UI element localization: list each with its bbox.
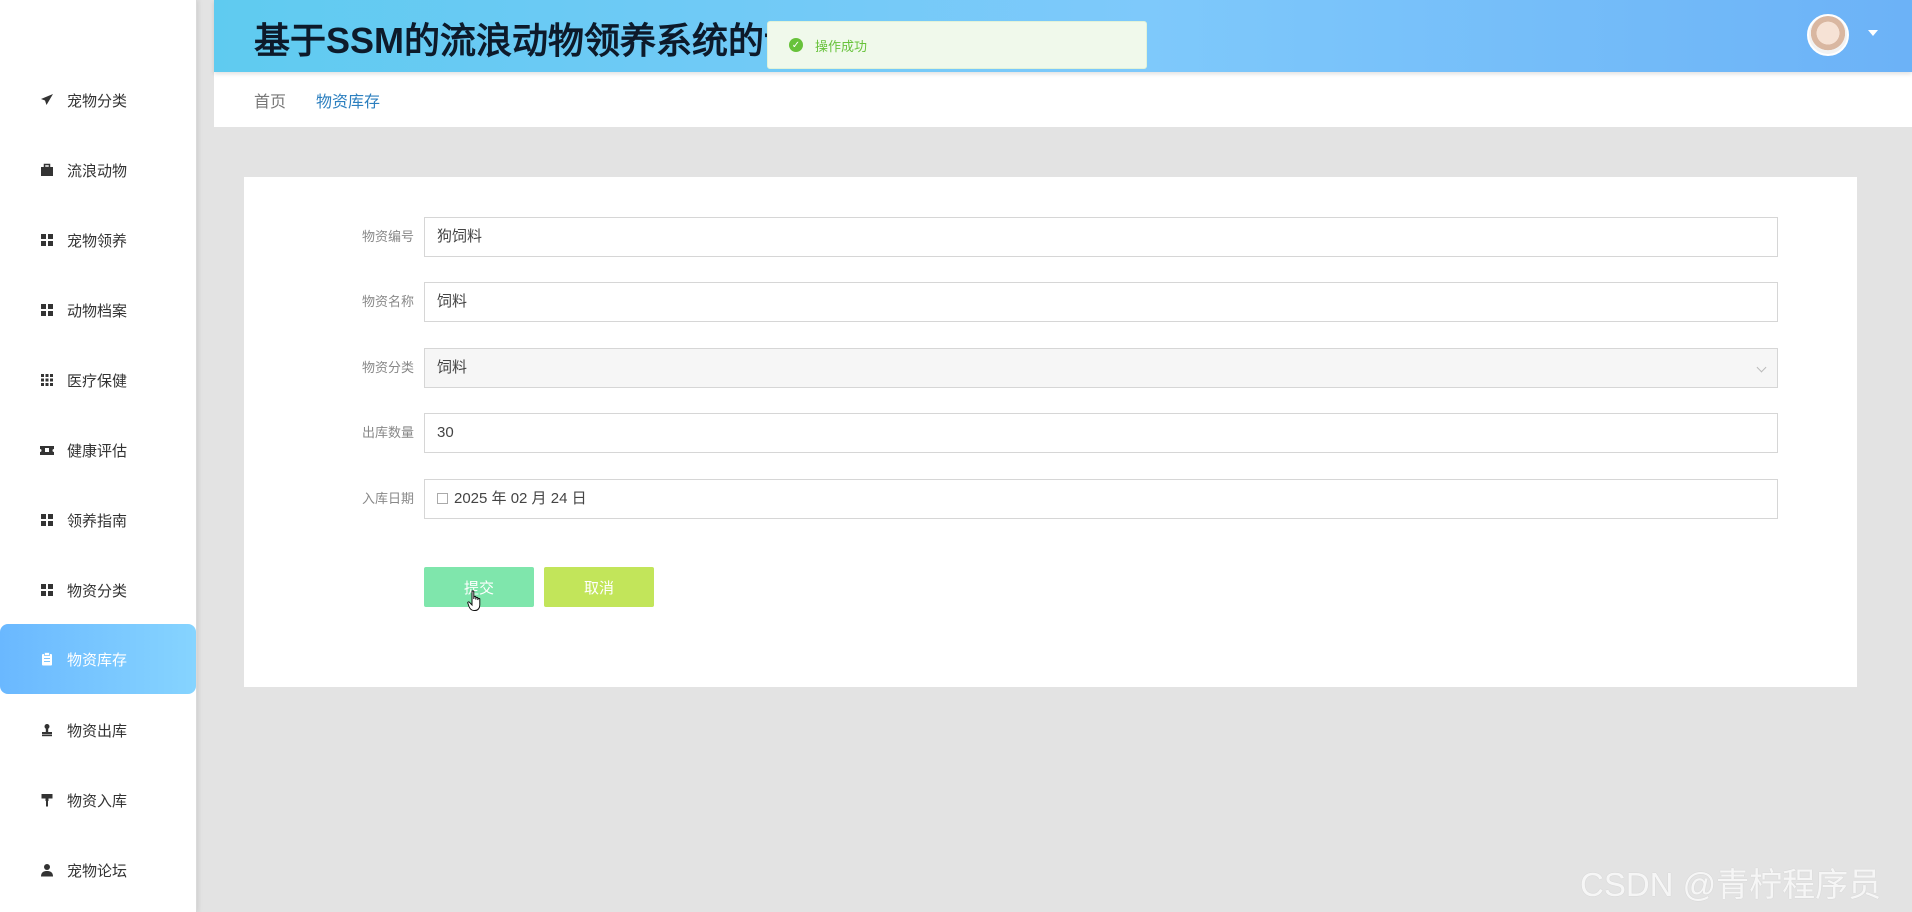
grid-icon [39, 232, 55, 248]
field-label: 物资名称 [361, 294, 414, 309]
sidebar-item-pet-category[interactable]: 宠物分类 [0, 65, 197, 135]
sidebar-item-stray-animals[interactable]: 流浪动物 [0, 135, 197, 205]
clipboard-icon [39, 651, 55, 667]
cancel-button[interactable]: 取消 [544, 567, 654, 607]
briefcase-icon [39, 162, 55, 178]
hand-cursor-icon [467, 590, 483, 612]
field-value: 2025 年 02 月 24 日 [454, 490, 587, 507]
user-icon [39, 862, 55, 878]
sidebar-item-label: 医疗保健 [67, 372, 128, 390]
sidebar-item-label: 宠物分类 [67, 92, 128, 110]
sidebar-item-supply-inbound[interactable]: 物资入库 [0, 765, 197, 835]
sidebar-item-medical-care[interactable]: 医疗保健 [0, 345, 197, 415]
sidebar-item-label: 物资入库 [67, 792, 128, 810]
form-row-outbound-qty: 出库数量 30 [244, 413, 1857, 453]
outbound-qty-input[interactable]: 30 [424, 413, 1778, 453]
field-label: 入库日期 [361, 491, 414, 506]
paint-roller-icon [39, 792, 55, 808]
field-label: 物资编号 [361, 229, 414, 244]
form-row-supply-name: 物资名称 饲料 [244, 282, 1857, 322]
sidebar-item-animal-records[interactable]: 动物档案 [0, 275, 197, 345]
sidebar-item-label: 物资出库 [67, 722, 128, 740]
success-toast: ✓ 操作成功 [767, 21, 1147, 69]
sidebar: 宠物分类 流浪动物 宠物领养 动物档案 医疗保健 健康评估 领养指南 物资分类 … [0, 0, 197, 912]
sidebar-item-supply-category[interactable]: 物资分类 [0, 555, 197, 625]
sidebar-item-pet-adoption[interactable]: 宠物领养 [0, 205, 197, 275]
breadcrumb-current: 物资库存 [316, 93, 381, 111]
grid-icon [39, 302, 55, 318]
field-value: 30 [437, 424, 454, 441]
sidebar-item-label: 领养指南 [67, 512, 128, 530]
grid-nine-icon [39, 372, 55, 388]
sidebar-item-label: 物资分类 [67, 582, 128, 600]
sidebar-item-supply-inventory[interactable]: 物资库存 [0, 624, 196, 694]
avatar[interactable] [1807, 14, 1849, 56]
sidebar-item-supply-outbound[interactable]: 物资出库 [0, 695, 197, 765]
paper-plane-icon [39, 92, 55, 108]
toast-message: 操作成功 [815, 38, 868, 54]
breadcrumb-home[interactable]: 首页 [254, 88, 286, 112]
inbound-date-input[interactable]: 2025 年 02 月 24 日 [424, 479, 1778, 519]
field-label: 物资分类 [361, 360, 414, 375]
sidebar-item-health-assessment[interactable]: 健康评估 [0, 415, 197, 485]
sidebar-item-label: 流浪动物 [67, 162, 128, 180]
field-label: 出库数量 [361, 425, 414, 440]
ticket-icon [39, 442, 55, 458]
supply-name-input[interactable]: 饲料 [424, 282, 1778, 322]
watermark: CSDN @青柠程序员 [1580, 866, 1882, 903]
grid-icon [39, 582, 55, 598]
sidebar-item-label: 健康评估 [67, 442, 128, 460]
sidebar-item-pet-forum[interactable]: 宠物论坛 [0, 835, 197, 905]
form-row-supply-category: 物资分类 饲料 [244, 348, 1857, 388]
chevron-down-icon[interactable] [1868, 30, 1878, 36]
field-value: 饲料 [437, 359, 468, 376]
form-row-supply-code: 物资编号 狗饲料 [244, 217, 1857, 257]
chevron-down-icon [1756, 362, 1767, 373]
sidebar-item-label: 物资库存 [67, 651, 128, 669]
sidebar-item-label: 宠物论坛 [67, 862, 128, 880]
form-row-inbound-date: 入库日期 2025 年 02 月 24 日 [244, 479, 1857, 519]
breadcrumb: 首页 物资库存 [214, 72, 1912, 127]
sidebar-item-label: 宠物领养 [67, 232, 128, 250]
sidebar-item-label: 动物档案 [67, 302, 128, 320]
supply-code-input[interactable]: 狗饲料 [424, 217, 1778, 257]
sidebar-item-adoption-guide[interactable]: 领养指南 [0, 485, 197, 555]
field-value: 狗饲料 [437, 228, 483, 245]
grid-icon [39, 512, 55, 528]
stamp-icon [39, 722, 55, 738]
supply-category-select[interactable]: 饲料 [424, 348, 1778, 388]
check-circle-icon: ✓ [789, 38, 803, 52]
field-value: 饲料 [437, 293, 468, 310]
calendar-icon [437, 493, 448, 504]
form-card: 物资编号 狗饲料 物资名称 饲料 物资分类 饲料 出库数量 30 入库日期 20… [244, 177, 1857, 687]
